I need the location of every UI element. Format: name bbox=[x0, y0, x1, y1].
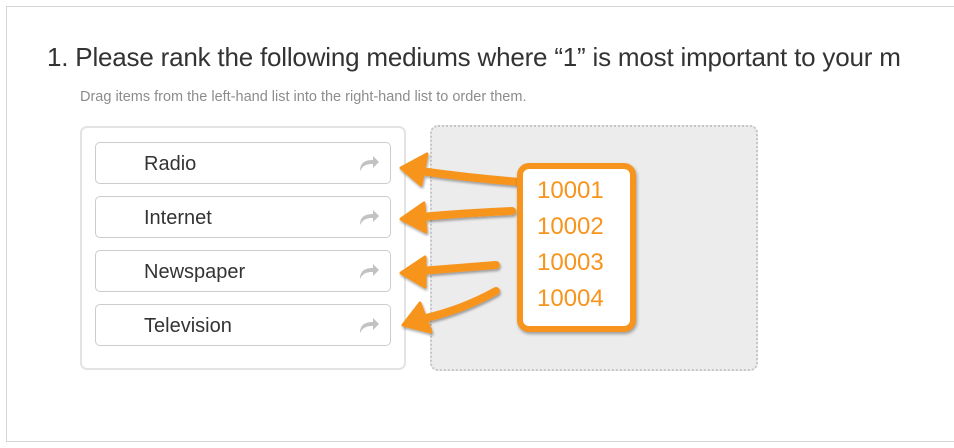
annotation-code-3: 10003 bbox=[537, 249, 604, 276]
annotation-arrow-1 bbox=[416, 167, 524, 186]
annotation-code-4: 10004 bbox=[537, 285, 604, 312]
annotation-arrow-3 bbox=[416, 261, 500, 275]
annotation-arrow-4 bbox=[418, 287, 500, 323]
annotation-code-2: 10002 bbox=[537, 213, 604, 240]
annotation-callout: 10001 10002 10003 10004 bbox=[517, 163, 636, 332]
annotation-arrows bbox=[399, 152, 524, 334]
annotation-arrowhead-1 bbox=[399, 152, 429, 187]
annotation-arrowhead-3 bbox=[399, 255, 427, 289]
annotation-arrowhead-4 bbox=[401, 301, 433, 334]
annotation-code-1: 10001 bbox=[537, 177, 604, 204]
annotation-arrowhead-2 bbox=[399, 201, 428, 234]
annotation-arrow-2 bbox=[416, 207, 516, 221]
